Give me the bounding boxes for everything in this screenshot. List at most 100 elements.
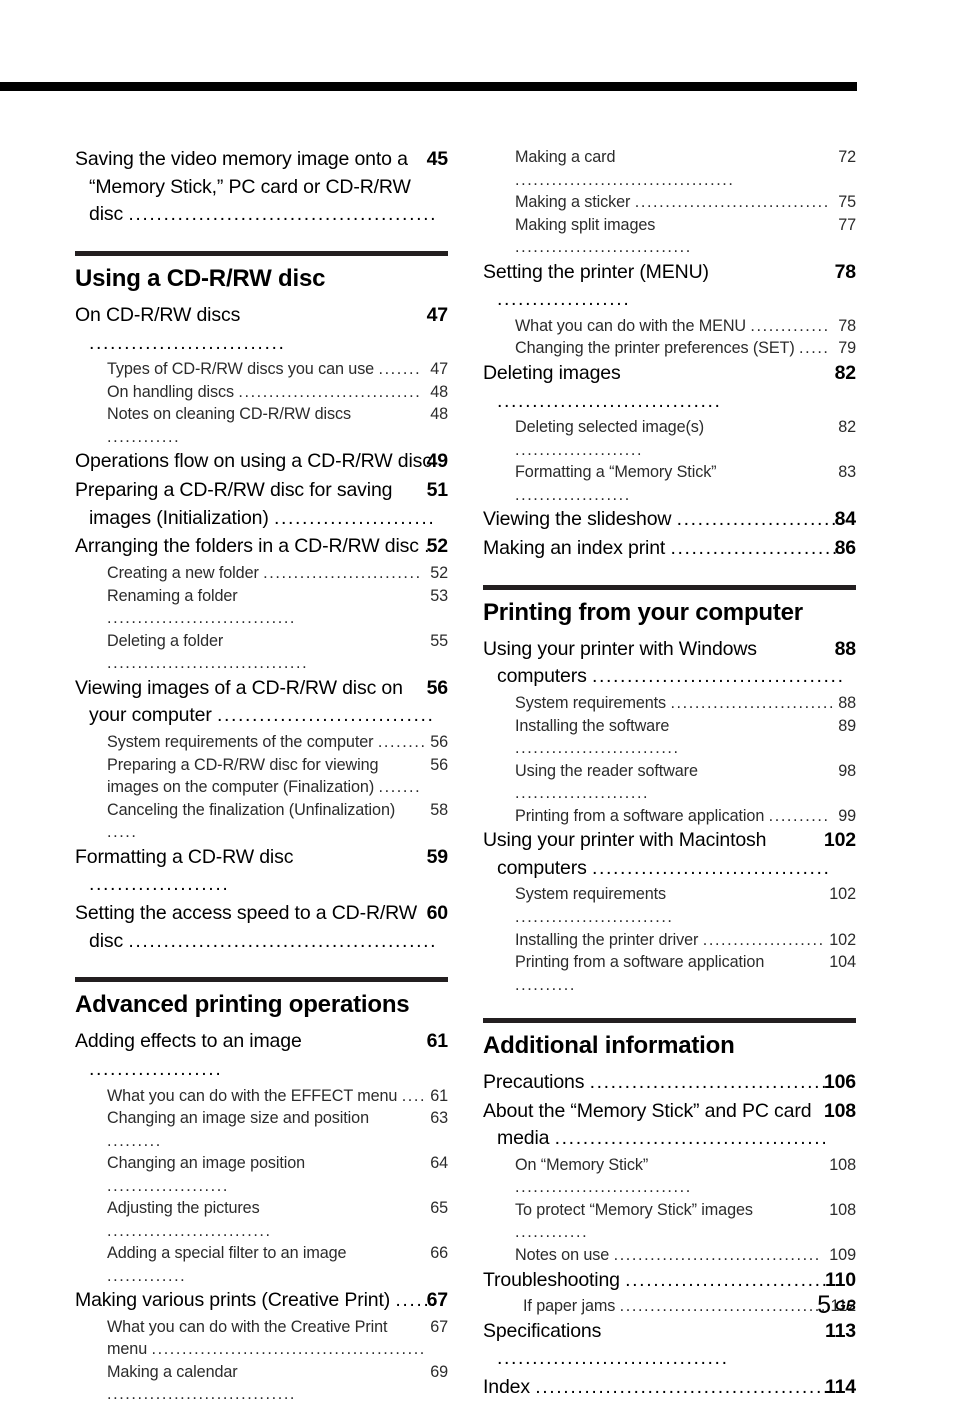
toc-leader-dots: ............ — [515, 1223, 589, 1242]
toc-entry-using-your-printer-with-windows-computers[interactable]: 88 Using your printer with Windows comput… — [483, 636, 856, 691]
toc-entry-adding-a-special-filter-to-an-image[interactable]: 66 Adding a special filter to an image ..… — [107, 1242, 448, 1287]
toc-entry-about-the-memory-stick-and-pc-card-media[interactable]: 108 About the “Memory Stick” and PC card … — [483, 1098, 856, 1153]
toc-entry-making-split-images[interactable]: 77 Making split images ..................… — [515, 214, 856, 259]
toc-entry-viewing-the-slideshow[interactable]: 84 Viewing the slideshow ................… — [483, 506, 856, 534]
toc-leader-dots: ............................ — [89, 331, 286, 354]
toc-entry-page-number: 102 — [829, 930, 856, 949]
toc-entry-deleting-a-folder[interactable]: 55 Deleting a folder ....................… — [107, 630, 448, 675]
toc-entry-saving-the-video-memory-image-onto-a-memory-stic[interactable]: 45 Saving the video memory image onto a “… — [75, 146, 448, 229]
toc-entry-specifications[interactable]: 113 Specifications ......................… — [483, 1318, 856, 1373]
toc-entry-making-a-sticker[interactable]: 75 Making a sticker .....................… — [515, 191, 856, 214]
toc-entry-page-number: 106 — [823, 1070, 856, 1093]
toc-entry-making-a-calendar[interactable]: 69 Making a calendar ....................… — [107, 1361, 448, 1406]
toc-leader-dots: ............. — [107, 1266, 187, 1285]
toc-entry-changing-an-image-size-and-position[interactable]: 63 Changing an image size and position ..… — [107, 1107, 448, 1152]
toc-entry-system-requirements-of-the-computer[interactable]: 56 System requirements of the computer ..… — [107, 731, 448, 754]
toc-entry-page-number: 47 — [426, 303, 449, 326]
toc-entry-adding-effects-to-an-image[interactable]: 61 Adding effects to an image ...........… — [75, 1028, 448, 1083]
toc-entry-on-memory-stick[interactable]: 108 On “Memory Stick” ...................… — [515, 1154, 856, 1199]
toc-entry-page-number: 65 — [430, 1199, 448, 1218]
toc-entry-making-various-prints-creative-print[interactable]: 67 Making various prints (Creative Print)… — [75, 1287, 448, 1315]
toc-entry-viewing-images-of-a-cd-r-rw-disc-on-your-compute[interactable]: 56 Viewing images of a CD-R/RW disc on yo… — [75, 675, 448, 730]
toc-entry-setting-the-printer-menu[interactable]: 78 Setting the printer (MENU) ...........… — [483, 259, 856, 314]
toc-entry-on-cd-r-rw-discs[interactable]: 47 On CD-R/RW discs .....................… — [75, 302, 448, 357]
toc-entry-precautions[interactable]: 106 Precautions .........................… — [483, 1069, 856, 1097]
toc-entry-arranging-the-folders-in-a-cd-r-rw-disc[interactable]: 52 Arranging the folders in a CD-R/RW dis… — [75, 533, 448, 561]
toc-entry-page-number: 108 — [829, 1155, 856, 1174]
toc-entry-printing-from-a-software-application[interactable]: 104 Printing from a software application … — [515, 951, 856, 996]
toc-entry-adjusting-the-pictures[interactable]: 65 Adjusting the pictures ...............… — [107, 1197, 448, 1242]
toc-entry-preparing-a-cd-r-rw-disc-for-saving-images-initi[interactable]: 51 Preparing a CD-R/RW disc for saving im… — [75, 477, 448, 532]
toc-entry-to-protect-memory-stick-images[interactable]: 108 To protect “Memory Stick” images ....… — [515, 1199, 856, 1244]
toc-entry-installing-the-software[interactable]: 89 Installing the software ..............… — [515, 715, 856, 760]
toc-entry-operations-flow-on-using-a-cd-r-rw-disc[interactable]: 49 Operations flow on using a CD-R/RW dis… — [75, 448, 448, 476]
toc-section-advanced-printing-operations: Advanced printing operations 61 Adding eff… — [75, 977, 448, 1406]
toc-entry-installing-the-printer-driver[interactable]: 102 Installing the printer driver .......… — [515, 929, 856, 952]
toc-entry-page-number: 67 — [430, 1317, 448, 1336]
toc-entry-formatting-a-memory-stick[interactable]: 83 Formatting a “Memory Stick” ..........… — [515, 461, 856, 506]
toc-entry-page-number: 51 — [426, 479, 449, 502]
toc-entry-index[interactable]: 114 Index ...............................… — [483, 1374, 856, 1402]
toc-entry-label: Deleting images — [483, 361, 621, 384]
toc-entry-notes-on-cleaning-cd-r-rw-discs[interactable]: 48 Notes on cleaning CD-R/RW discs ......… — [107, 403, 448, 448]
toc-entry-page-number: 109 — [829, 1246, 856, 1264]
toc-entry-preparing-a-cd-r-rw-disc-for-viewing-images-on-t[interactable]: 56 Preparing a CD-R/RW disc for viewing i… — [107, 754, 448, 799]
toc-section-additional-information: Additional information 106 Precautions ...… — [483, 1018, 856, 1402]
toc-leader-dots: . — [424, 535, 432, 558]
toc-entry-page-number: 78 — [834, 260, 857, 283]
toc-entry-types-of-cd-r-rw-discs-you-can-use[interactable]: 47 Types of CD-R/RW discs you can use ...… — [107, 358, 448, 381]
toc-entry-label: Installing the software — [515, 716, 670, 735]
toc-entry-formatting-a-cd-rw-disc[interactable]: 59 Formatting a CD-RW disc ..............… — [75, 844, 448, 899]
toc-leader-dots: .............................. — [238, 382, 422, 401]
toc-entry-changing-an-image-position[interactable]: 64 Changing an image position ...........… — [107, 1152, 448, 1197]
toc-entry-on-handling-discs[interactable]: 48 On handling discs ....................… — [107, 381, 448, 404]
toc-entry-label: Viewing the slideshow — [483, 508, 677, 531]
toc-leader-dots: .............................. — [625, 1268, 836, 1291]
toc-entry-making-an-index-print[interactable]: 86 Making an index print ................… — [483, 535, 856, 563]
toc-entry-label: To protect “Memory Stick” images — [515, 1200, 753, 1219]
toc-leader-dots: ........................ — [670, 537, 839, 560]
toc-entry-label: Installing the printer driver — [515, 930, 703, 949]
toc-leader-dots: .................................... — [515, 170, 735, 189]
toc-leader-dots: ...... — [395, 1289, 438, 1312]
toc-leader-dots: ............................. — [515, 238, 692, 257]
toc-entry-label: Troubleshooting — [483, 1268, 626, 1291]
toc-entry-using-your-printer-with-macintosh-computers[interactable]: 102 Using your printer with Macintosh com… — [483, 827, 856, 882]
toc-entry-creating-a-new-folder[interactable]: 52 Creating a new folder ................… — [107, 562, 448, 585]
toc-leader-dots: ........................................… — [535, 1376, 830, 1399]
toc-entry-label: Index — [483, 1376, 536, 1399]
toc-entry-what-you-can-do-with-the-menu[interactable]: 78 What you can do with the MENU ........… — [515, 315, 856, 338]
toc-entry-page-number: 49 — [426, 450, 449, 473]
toc-entry-what-you-can-do-with-the-effect-menu[interactable]: 61 What you can do with the EFFECT menu .… — [107, 1085, 448, 1108]
toc-entry-notes-on-use[interactable]: 109 Notes on use ........................… — [515, 1244, 856, 1267]
toc-leader-dots: ................................. — [107, 654, 309, 673]
toc-entry-using-the-reader-software[interactable]: 98 Using the reader software ............… — [515, 760, 856, 805]
toc-entry-setting-the-access-speed-to-a-cd-r-rw-disc[interactable]: 60 Setting the access speed to a CD-R/RW … — [75, 900, 448, 955]
toc-entry-if-paper-jams[interactable]: 112 If paper jams .......................… — [523, 1295, 856, 1318]
toc-leader-dots: ........................................… — [151, 1340, 426, 1359]
toc-entry-renaming-a-folder[interactable]: 53 Renaming a folder ....................… — [107, 585, 448, 630]
toc-entry-page-number: 56 — [426, 676, 449, 699]
toc-continued-entries: 45 Saving the video memory image onto a “… — [75, 146, 448, 229]
toc-entry-canceling-the-finalization-unfinalization[interactable]: 58 Canceling the finalization (Unfinaliza… — [107, 799, 448, 844]
toc-entry-label: If paper jams — [523, 1297, 620, 1316]
toc-leader-dots: ........................................… — [128, 203, 438, 226]
toc-leader-dots: ....................... — [273, 506, 436, 529]
toc-entry-page-number: 88 — [838, 694, 856, 712]
toc-entry-making-a-card[interactable]: 72 Making a card ........................… — [515, 146, 856, 191]
toc-entry-printing-from-a-software-application[interactable]: 99 Printing from a software application .… — [515, 805, 856, 828]
toc-entry-label: Renaming a folder — [107, 586, 238, 605]
toc-entry-label: Using the reader software — [515, 761, 698, 780]
toc-entry-what-you-can-do-with-the-creative-print-menu[interactable]: 67 What you can do with the Creative Prin… — [107, 1316, 448, 1361]
toc-entry-system-requirements[interactable]: 88 System requirements ..................… — [515, 692, 856, 715]
toc-entry-page-number: 52 — [430, 564, 448, 583]
toc-entry-page-number: 113 — [824, 1319, 856, 1342]
toc-entry-deleting-images[interactable]: 82 Deleting images ......................… — [483, 360, 856, 415]
toc-entry-system-requirements[interactable]: 102 System requirements .................… — [515, 883, 856, 928]
toc-leader-dots: .......... — [768, 806, 830, 825]
toc-entry-page-number: 89 — [838, 716, 856, 735]
toc-entry-changing-the-printer-preferences-set[interactable]: 79 Changing the printer preferences (SET)… — [515, 337, 856, 360]
toc-entry-deleting-selected-image-s[interactable]: 82 Deleting selected image(s) ...........… — [515, 416, 856, 461]
toc-entry-label: Making an index print — [483, 537, 671, 560]
toc-entry-troubleshooting[interactable]: 110 Troubleshooting .....................… — [483, 1267, 856, 1295]
